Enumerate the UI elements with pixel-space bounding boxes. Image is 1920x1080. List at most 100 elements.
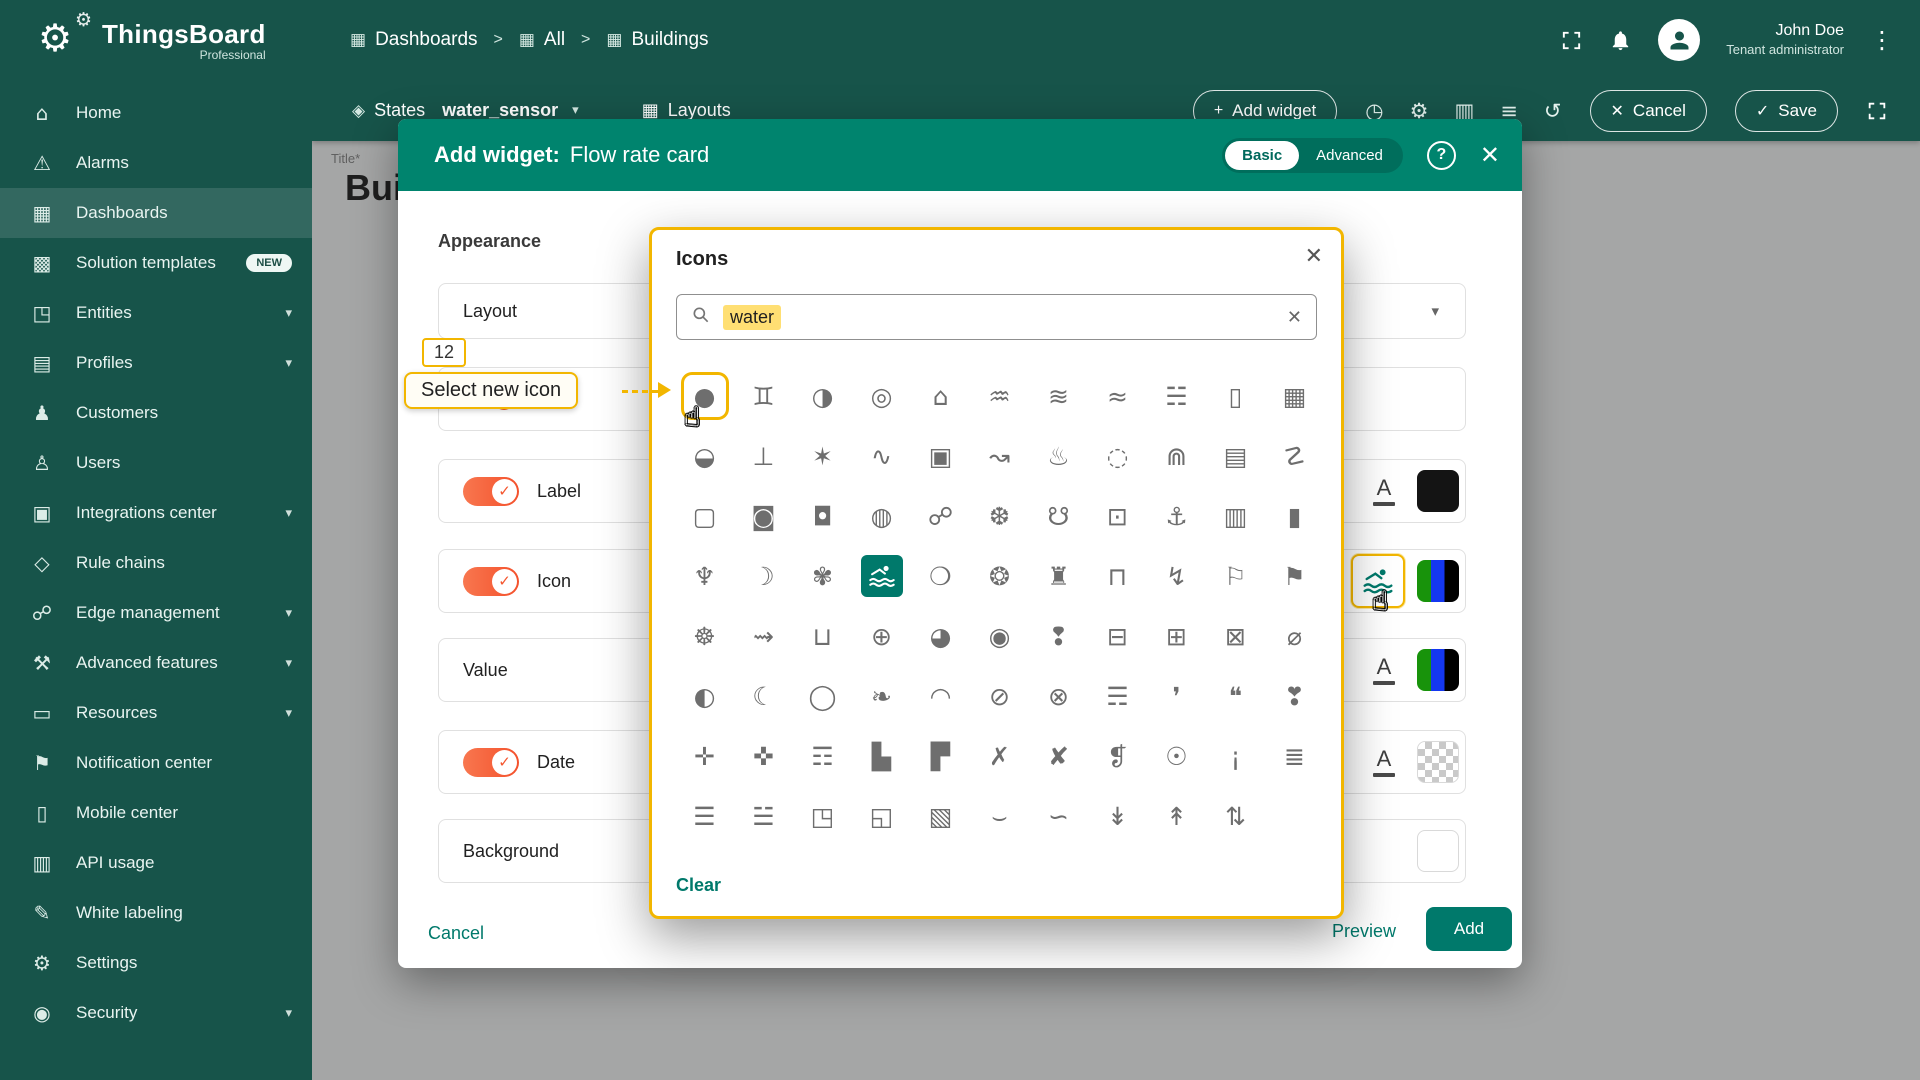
icon-water-bottle[interactable]: ▯ — [1206, 366, 1265, 426]
icon-water-level-full[interactable]: ⇅ — [1206, 786, 1265, 846]
icon-water-level-down[interactable]: ↡ — [1088, 786, 1147, 846]
icon-water-contrast[interactable]: ◑ — [793, 366, 852, 426]
icon-water-leaf[interactable]: ❧ — [852, 666, 911, 726]
date-font-color-button[interactable]: A — [1363, 738, 1405, 786]
icon-water-drops[interactable]: ❝ — [1206, 666, 1265, 726]
sidebar-item-security[interactable]: ◉ Security ▾ — [0, 988, 312, 1038]
icon-water-sun[interactable]: ☉ — [1147, 726, 1206, 786]
icon-water-heater[interactable]: ▤ — [1206, 426, 1265, 486]
sidebar-item-integrations-center[interactable]: ▣ Integrations center ▾ — [0, 488, 312, 538]
background-color-swatch[interactable] — [1417, 830, 1459, 872]
icon-water-dock[interactable]: ☱ — [734, 786, 793, 846]
icon-water-loss[interactable]: ◐ — [675, 666, 734, 726]
icon-flood-house[interactable]: ☍ — [911, 486, 970, 546]
icon-surfing[interactable]: ↝ — [970, 426, 1029, 486]
version-history-icon[interactable]: ↺ — [1544, 99, 1562, 123]
modal-add-button[interactable]: Add — [1426, 907, 1512, 951]
icon-water-thermo[interactable]: ☋ — [1029, 486, 1088, 546]
icon-hot-spring[interactable]: ♨ — [1029, 426, 1088, 486]
icon-water-image[interactable]: ▧ — [911, 786, 970, 846]
icon-flood-off[interactable]: ▛ — [911, 726, 970, 786]
icon-water-opacity[interactable]: ◎ — [852, 366, 911, 426]
sidebar-item-home[interactable]: ⌂ Home — [0, 88, 312, 138]
icon-fire-truck[interactable]: ⊔ — [793, 606, 852, 666]
icon-color-swatch[interactable] — [1417, 560, 1459, 602]
value-color-swatch[interactable] — [1417, 649, 1459, 691]
icon-leak-off[interactable]: ⊘ — [970, 666, 1029, 726]
icon-snorkeling[interactable]: ↯ — [1147, 546, 1206, 606]
advanced-tab[interactable]: Advanced — [1299, 141, 1400, 170]
icon-water-cup-tilt[interactable]: ◱ — [852, 786, 911, 846]
icon-water-drop-outline[interactable]: ☾ — [734, 666, 793, 726]
sidebar-item-white-labeling[interactable]: ✎ White labeling — [0, 888, 312, 938]
search-clear-icon[interactable]: ✕ — [1287, 307, 1302, 328]
icon-water-access[interactable]: ♊ — [734, 366, 793, 426]
icon-water-add-outline[interactable]: ✜ — [734, 726, 793, 786]
icon-water-ski-jet[interactable]: ⇝ — [734, 606, 793, 666]
icon-water-pump-meter[interactable]: ⊞ — [1147, 606, 1206, 666]
icon-water-pumps[interactable]: ⊠ — [1206, 606, 1265, 666]
icon-water-surface[interactable]: ☶ — [793, 726, 852, 786]
sidebar-item-advanced-features[interactable]: ⚒ Advanced features ▾ — [0, 638, 312, 688]
icon-water-photo[interactable]: ▦ — [1265, 366, 1324, 426]
sidebar-item-mobile-center[interactable]: ▯ Mobile center — [0, 788, 312, 838]
sidebar-item-rule-chains[interactable]: ◇ Rule chains — [0, 538, 312, 588]
icon-water-off[interactable]: ◌ — [1088, 426, 1147, 486]
chevron-down-icon[interactable]: ▾ — [572, 103, 579, 118]
value-font-color-button[interactable]: A — [1363, 646, 1405, 694]
sidebar-item-edge-management[interactable]: ☍ Edge management ▾ — [0, 588, 312, 638]
icon-water-up[interactable]: ◒ — [675, 426, 734, 486]
icon-moisture[interactable]: ☴ — [1088, 666, 1147, 726]
label-color-swatch[interactable] — [1417, 470, 1459, 512]
date-toggle[interactable]: ✓ — [463, 747, 519, 777]
icon-water-fountain[interactable]: ⌂ — [911, 366, 970, 426]
state-select[interactable]: water_sensor — [442, 100, 558, 121]
help-icon[interactable]: ? — [1426, 140, 1456, 170]
layouts-button[interactable]: ▦ Layouts — [642, 100, 731, 121]
icon-water-lock[interactable]: ⊡ — [1088, 486, 1147, 546]
icon-water-flame[interactable]: ❡ — [1088, 726, 1147, 786]
sidebar-item-api-usage[interactable]: ▥ API usage — [0, 838, 312, 888]
sidebar-item-alarms[interactable]: ⚠ Alarms — [0, 138, 312, 188]
icon-humidity-high[interactable]: ◉ — [970, 606, 1029, 666]
icon-water-level-up[interactable]: ↟ — [1147, 786, 1206, 846]
icon-whirlpool[interactable]: ◍ — [852, 486, 911, 546]
icon-water-polo[interactable]: ❍ — [911, 546, 970, 606]
date-color-swatch[interactable] — [1417, 741, 1459, 783]
icon-dam[interactable]: ☰ — [675, 786, 734, 846]
breadcrumb-item-all[interactable]: ▦ All — [519, 29, 565, 51]
icon-thermometer-water[interactable]: ⊕ — [852, 606, 911, 666]
fullscreen-icon[interactable] — [1560, 29, 1583, 52]
icon-shower-off[interactable]: ◙ — [734, 486, 793, 546]
icon-water-drop-dark[interactable]: ◕ — [911, 606, 970, 666]
icon-anchor[interactable]: ⚓ — [1147, 486, 1206, 546]
icon-water-remove[interactable]: ✗ — [970, 726, 1029, 786]
basic-tab[interactable]: Basic — [1225, 140, 1300, 170]
icon-water-drop-small[interactable]: ❜ — [1147, 666, 1206, 726]
icon-toggle[interactable]: ✓ — [463, 566, 519, 596]
icon-water[interactable]: ≈ — [1088, 366, 1147, 426]
icon-waterfall-chart[interactable]: ✶ — [793, 426, 852, 486]
icon-water-remove-outline[interactable]: ✘ — [1029, 726, 1088, 786]
sidebar-item-users[interactable]: ♙ Users — [0, 438, 312, 488]
toolbar-fullscreen-icon[interactable] — [1866, 100, 1888, 122]
icon-flood-building[interactable]: ▙ — [852, 726, 911, 786]
icon-kayaking[interactable]: ∿ — [852, 426, 911, 486]
icon-fishing[interactable]: ☡ — [1265, 426, 1324, 486]
kebab-menu-icon[interactable]: ⋮ — [1870, 26, 1894, 54]
sidebar-item-solution-templates[interactable]: ▩ Solution templates NEW — [0, 238, 312, 288]
icon-humidity-alert[interactable]: ❢ — [1029, 606, 1088, 666]
clear-selection-button[interactable]: Clear — [676, 875, 721, 896]
icon-no-water-pump[interactable]: ⌀ — [1265, 606, 1324, 666]
icon-water-frame[interactable]: ▢ — [675, 486, 734, 546]
icon-waves[interactable]: ≋ — [1029, 366, 1088, 426]
sidebar-item-entities[interactable]: ◳ Entities ▾ — [0, 288, 312, 338]
icon-water-exclaim[interactable]: ¡ — [1206, 726, 1265, 786]
sidebar-item-resources[interactable]: ▭ Resources ▾ — [0, 688, 312, 738]
icon-nordic-walking[interactable]: ⊥ — [734, 426, 793, 486]
sidebar-item-customers[interactable]: ♟ Customers — [0, 388, 312, 438]
avatar[interactable] — [1658, 19, 1701, 61]
notifications-bell-icon[interactable] — [1609, 29, 1632, 52]
icon-pool[interactable] — [852, 546, 911, 606]
chevron-down-icon[interactable]: ▾ — [1431, 302, 1439, 320]
